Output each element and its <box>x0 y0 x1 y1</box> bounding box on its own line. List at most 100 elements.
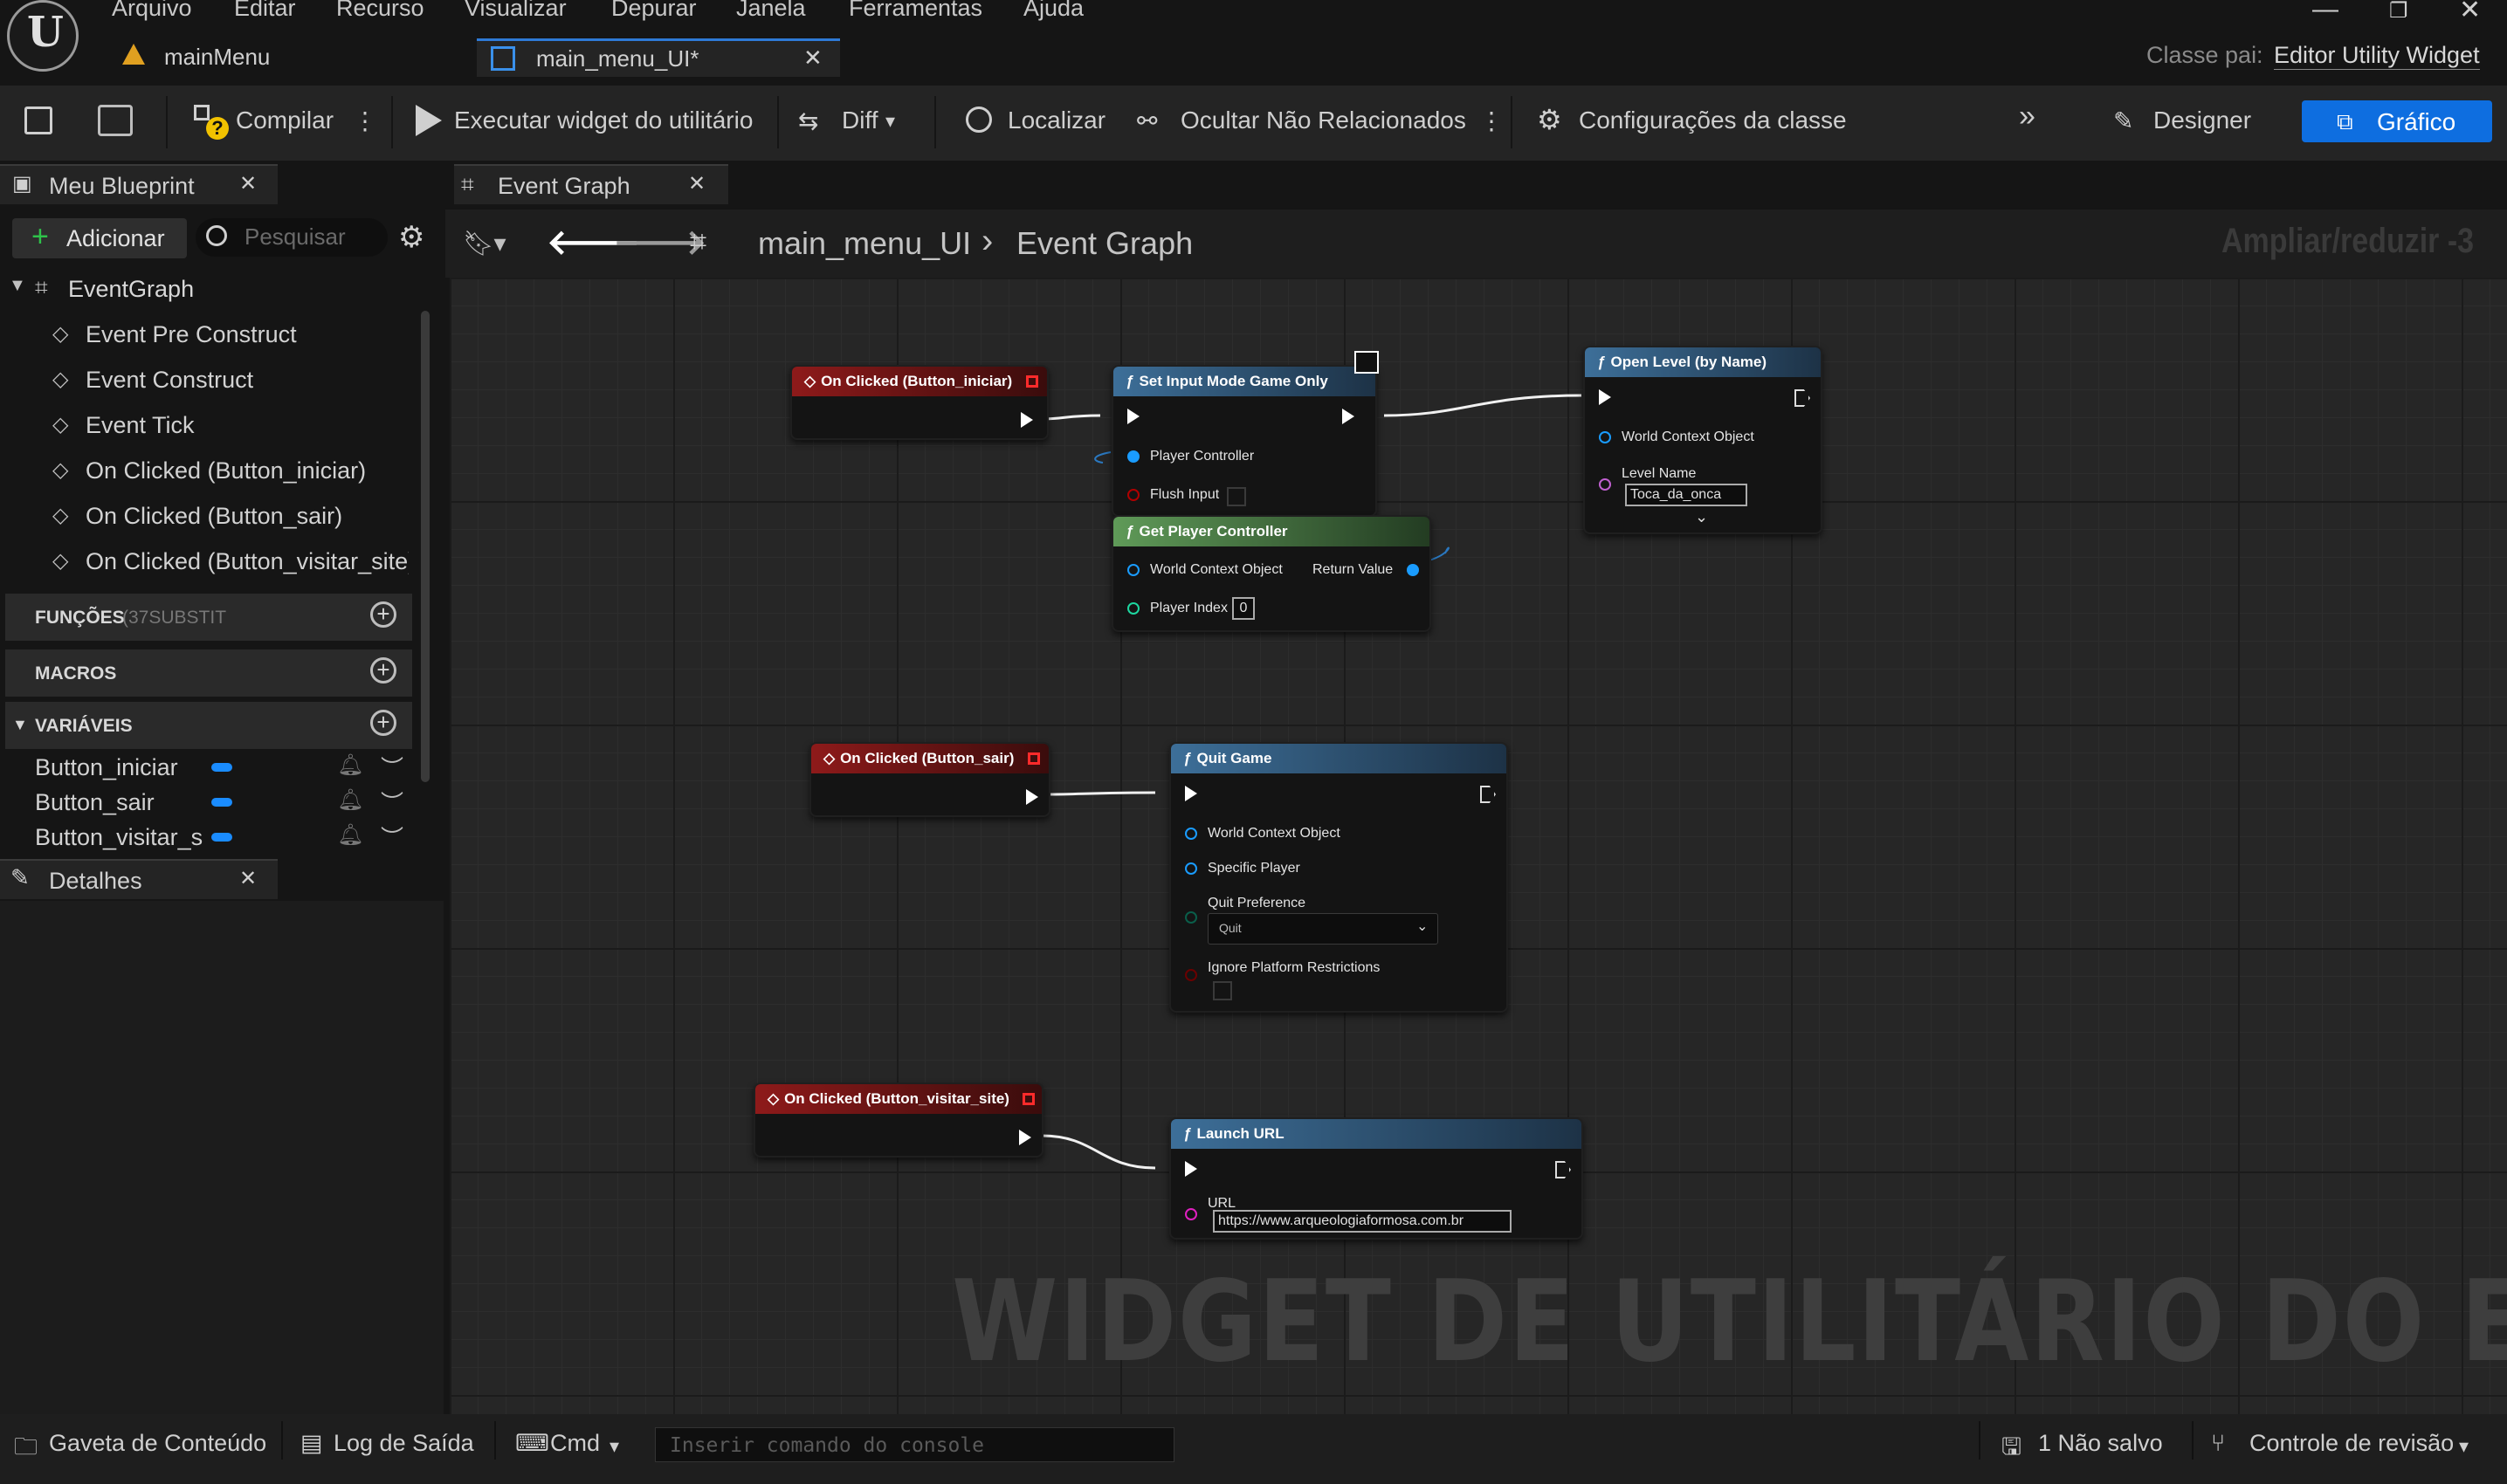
level-name-input[interactable]: Toca_da_onca <box>1625 484 1747 506</box>
tab-my-blueprint[interactable]: ▣ Meu Blueprint ✕ <box>0 164 278 204</box>
menu-visualizar[interactable]: Visualizar <box>465 0 567 22</box>
section-functions[interactable]: FUNÇÕES (37SUBSTIT + <box>5 594 412 641</box>
exec-out-pin[interactable] <box>1021 412 1033 428</box>
tree-on-clicked-sair[interactable]: On Clicked (Button_sair) <box>86 503 342 530</box>
cmd-dropdown[interactable]: Cmd <box>550 1430 600 1457</box>
close-icon[interactable]: ✕ <box>239 866 257 891</box>
collapse-arrow-icon[interactable]: ▼ <box>9 276 26 296</box>
menu-janela[interactable]: Janela <box>736 0 806 22</box>
delegate-pin-icon[interactable] <box>1026 375 1038 388</box>
bool-pin[interactable] <box>1185 969 1197 981</box>
menu-editar[interactable]: Editar <box>234 0 296 22</box>
menu-ajuda[interactable]: Ajuda <box>1023 0 1084 22</box>
restore-icon[interactable]: ❐ <box>2389 0 2408 24</box>
object-pin[interactable] <box>1185 862 1197 875</box>
tab-mainmenu[interactable]: mainMenu <box>105 38 472 77</box>
class-settings-button[interactable]: Configurações da classe <box>1579 106 1847 134</box>
unsaved-button[interactable]: 1 Não salvo <box>2038 1430 2163 1457</box>
delegate-pin-icon[interactable] <box>1023 1093 1035 1105</box>
player-index-input[interactable]: 0 <box>1232 597 1255 620</box>
add-variable-icon[interactable]: + <box>370 710 396 736</box>
tree-on-clicked-visitar-site[interactable]: On Clicked (Button_visitar_site) <box>86 548 409 575</box>
compile-icon[interactable]: ? <box>194 105 229 140</box>
tree-event-pre-construct[interactable]: Event Pre Construct <box>86 321 297 348</box>
string-pin[interactable] <box>1185 1208 1197 1220</box>
tree-scrollbar[interactable] <box>421 311 430 782</box>
hide-unrelated-button[interactable]: Ocultar Não Relacionados <box>1181 106 1466 134</box>
close-window-icon[interactable]: ✕ <box>2459 0 2481 25</box>
chevron-down-icon[interactable]: ▾ <box>2459 1435 2469 1458</box>
exec-out-pin[interactable] <box>1555 1161 1571 1178</box>
variable-button-visitar[interactable]: Button_visitar_s <box>35 824 203 851</box>
close-icon[interactable]: ✕ <box>688 171 706 196</box>
exec-out-pin[interactable] <box>1480 786 1496 803</box>
unreal-logo-icon[interactable]: U <box>7 0 79 72</box>
node-get-player-controller[interactable]: ƒ Get Player Controller World Context Obj… <box>1112 515 1431 632</box>
quit-preference-dropdown[interactable]: Quit ⌄ <box>1208 913 1438 945</box>
expand-toolbar-icon[interactable]: » <box>2019 100 2035 134</box>
minimize-icon[interactable]: — <box>2312 0 2338 24</box>
node-set-input-mode[interactable]: ƒ Set Input Mode Game Only Player Control… <box>1112 365 1377 517</box>
graph-mode-button[interactable]: ⧉ Gráfico <box>2302 100 2492 142</box>
exec-out-pin[interactable] <box>1794 389 1810 407</box>
menu-arquivo[interactable]: Arquivo <box>112 0 192 22</box>
node-launch-url[interactable]: ƒ Launch URL URL https://www.arqueologiaf… <box>1169 1117 1583 1240</box>
add-function-icon[interactable]: + <box>370 601 396 628</box>
play-icon[interactable] <box>416 105 442 136</box>
content-drawer-button[interactable]: Gaveta de Conteúdo <box>49 1430 266 1457</box>
exec-out-pin[interactable] <box>1342 409 1354 424</box>
source-control-button[interactable]: Controle de revisão <box>2249 1430 2454 1457</box>
browse-icon[interactable] <box>98 105 133 136</box>
url-input[interactable]: https://www.arqueologiaformosa.com.br <box>1213 1210 1512 1233</box>
settings-gear-icon[interactable]: ⚙ <box>398 220 424 255</box>
eye-closed-icon[interactable]: ︶ <box>381 751 403 783</box>
compile-button[interactable]: Compilar <box>236 106 334 134</box>
node-on-clicked-sair[interactable]: ◇ On Clicked (Button_sair) <box>809 742 1050 817</box>
breadcrumb-root[interactable]: main_menu_UI <box>758 225 971 262</box>
ignore-restrictions-checkbox[interactable] <box>1213 981 1232 1000</box>
bool-pin[interactable] <box>1127 489 1140 501</box>
node-quit-game[interactable]: ƒ Quit Game World Context Object Specific… <box>1169 742 1508 1013</box>
exec-in-pin[interactable] <box>1185 786 1197 801</box>
menu-depurar[interactable]: Depurar <box>611 0 697 22</box>
bell-icon[interactable]: 🔔︎ <box>337 822 363 848</box>
diff-button[interactable]: Diff <box>842 106 878 134</box>
object-pin[interactable] <box>1127 450 1140 463</box>
flush-input-checkbox[interactable] <box>1227 487 1246 506</box>
exec-in-pin[interactable] <box>1599 389 1611 405</box>
tree-on-clicked-iniciar[interactable]: On Clicked (Button_iniciar) <box>86 457 366 484</box>
save-icon[interactable] <box>24 106 52 134</box>
close-icon[interactable]: ✕ <box>239 171 257 196</box>
name-pin[interactable] <box>1599 478 1611 491</box>
eye-closed-icon[interactable]: ︶ <box>381 786 403 818</box>
node-on-clicked-iniciar[interactable]: ◇ On Clicked (Button_iniciar) <box>790 365 1049 440</box>
object-pin[interactable] <box>1127 564 1140 576</box>
menu-recurso[interactable]: Recurso <box>336 0 424 22</box>
variable-button-iniciar[interactable]: Button_iniciar <box>35 754 178 781</box>
parent-class-link[interactable]: Editor Utility Widget <box>2274 42 2480 70</box>
blueprint-graph-canvas[interactable]: ◇ On Clicked (Button_iniciar) ƒ Set Input … <box>450 278 2507 1414</box>
tree-event-graph[interactable]: EventGraph <box>68 276 194 303</box>
node-on-clicked-visitar-site[interactable]: ◇ On Clicked (Button_visitar_site) <box>754 1082 1043 1158</box>
designer-mode-button[interactable]: Designer <box>2153 106 2251 134</box>
add-button[interactable]: + Adicionar <box>12 218 187 258</box>
int-pin[interactable] <box>1127 602 1140 615</box>
output-log-button[interactable]: Log de Saída <box>334 1430 474 1457</box>
object-pin[interactable] <box>1185 828 1197 840</box>
menu-ferramentas[interactable]: Ferramentas <box>849 0 982 22</box>
return-object-pin[interactable] <box>1407 564 1419 576</box>
bookmark-icon[interactable]: 🔖︎▾ <box>463 229 506 258</box>
find-button[interactable]: Localizar <box>1008 106 1105 134</box>
node-open-level[interactable]: ƒ Open Level (by Name) World Context Obje… <box>1583 346 1822 534</box>
run-widget-button[interactable]: Executar widget do utilitário <box>454 106 753 134</box>
tree-event-construct[interactable]: Event Construct <box>86 367 253 394</box>
tab-event-graph[interactable]: ⌗ Event Graph ✕ <box>454 164 728 204</box>
chevron-down-icon[interactable]: ⌄ <box>1695 508 1708 526</box>
exec-in-pin[interactable] <box>1185 1161 1197 1177</box>
bell-icon[interactable]: 🔔︎ <box>337 787 363 813</box>
close-tab-icon[interactable]: ✕ <box>803 45 823 72</box>
exec-out-pin[interactable] <box>1019 1130 1031 1145</box>
section-variables[interactable]: ▼ VARIÁVEIS + <box>5 702 412 749</box>
hide-unrelated-options-icon[interactable]: ⋮ <box>1479 106 1504 135</box>
tree-event-tick[interactable]: Event Tick <box>86 412 195 439</box>
